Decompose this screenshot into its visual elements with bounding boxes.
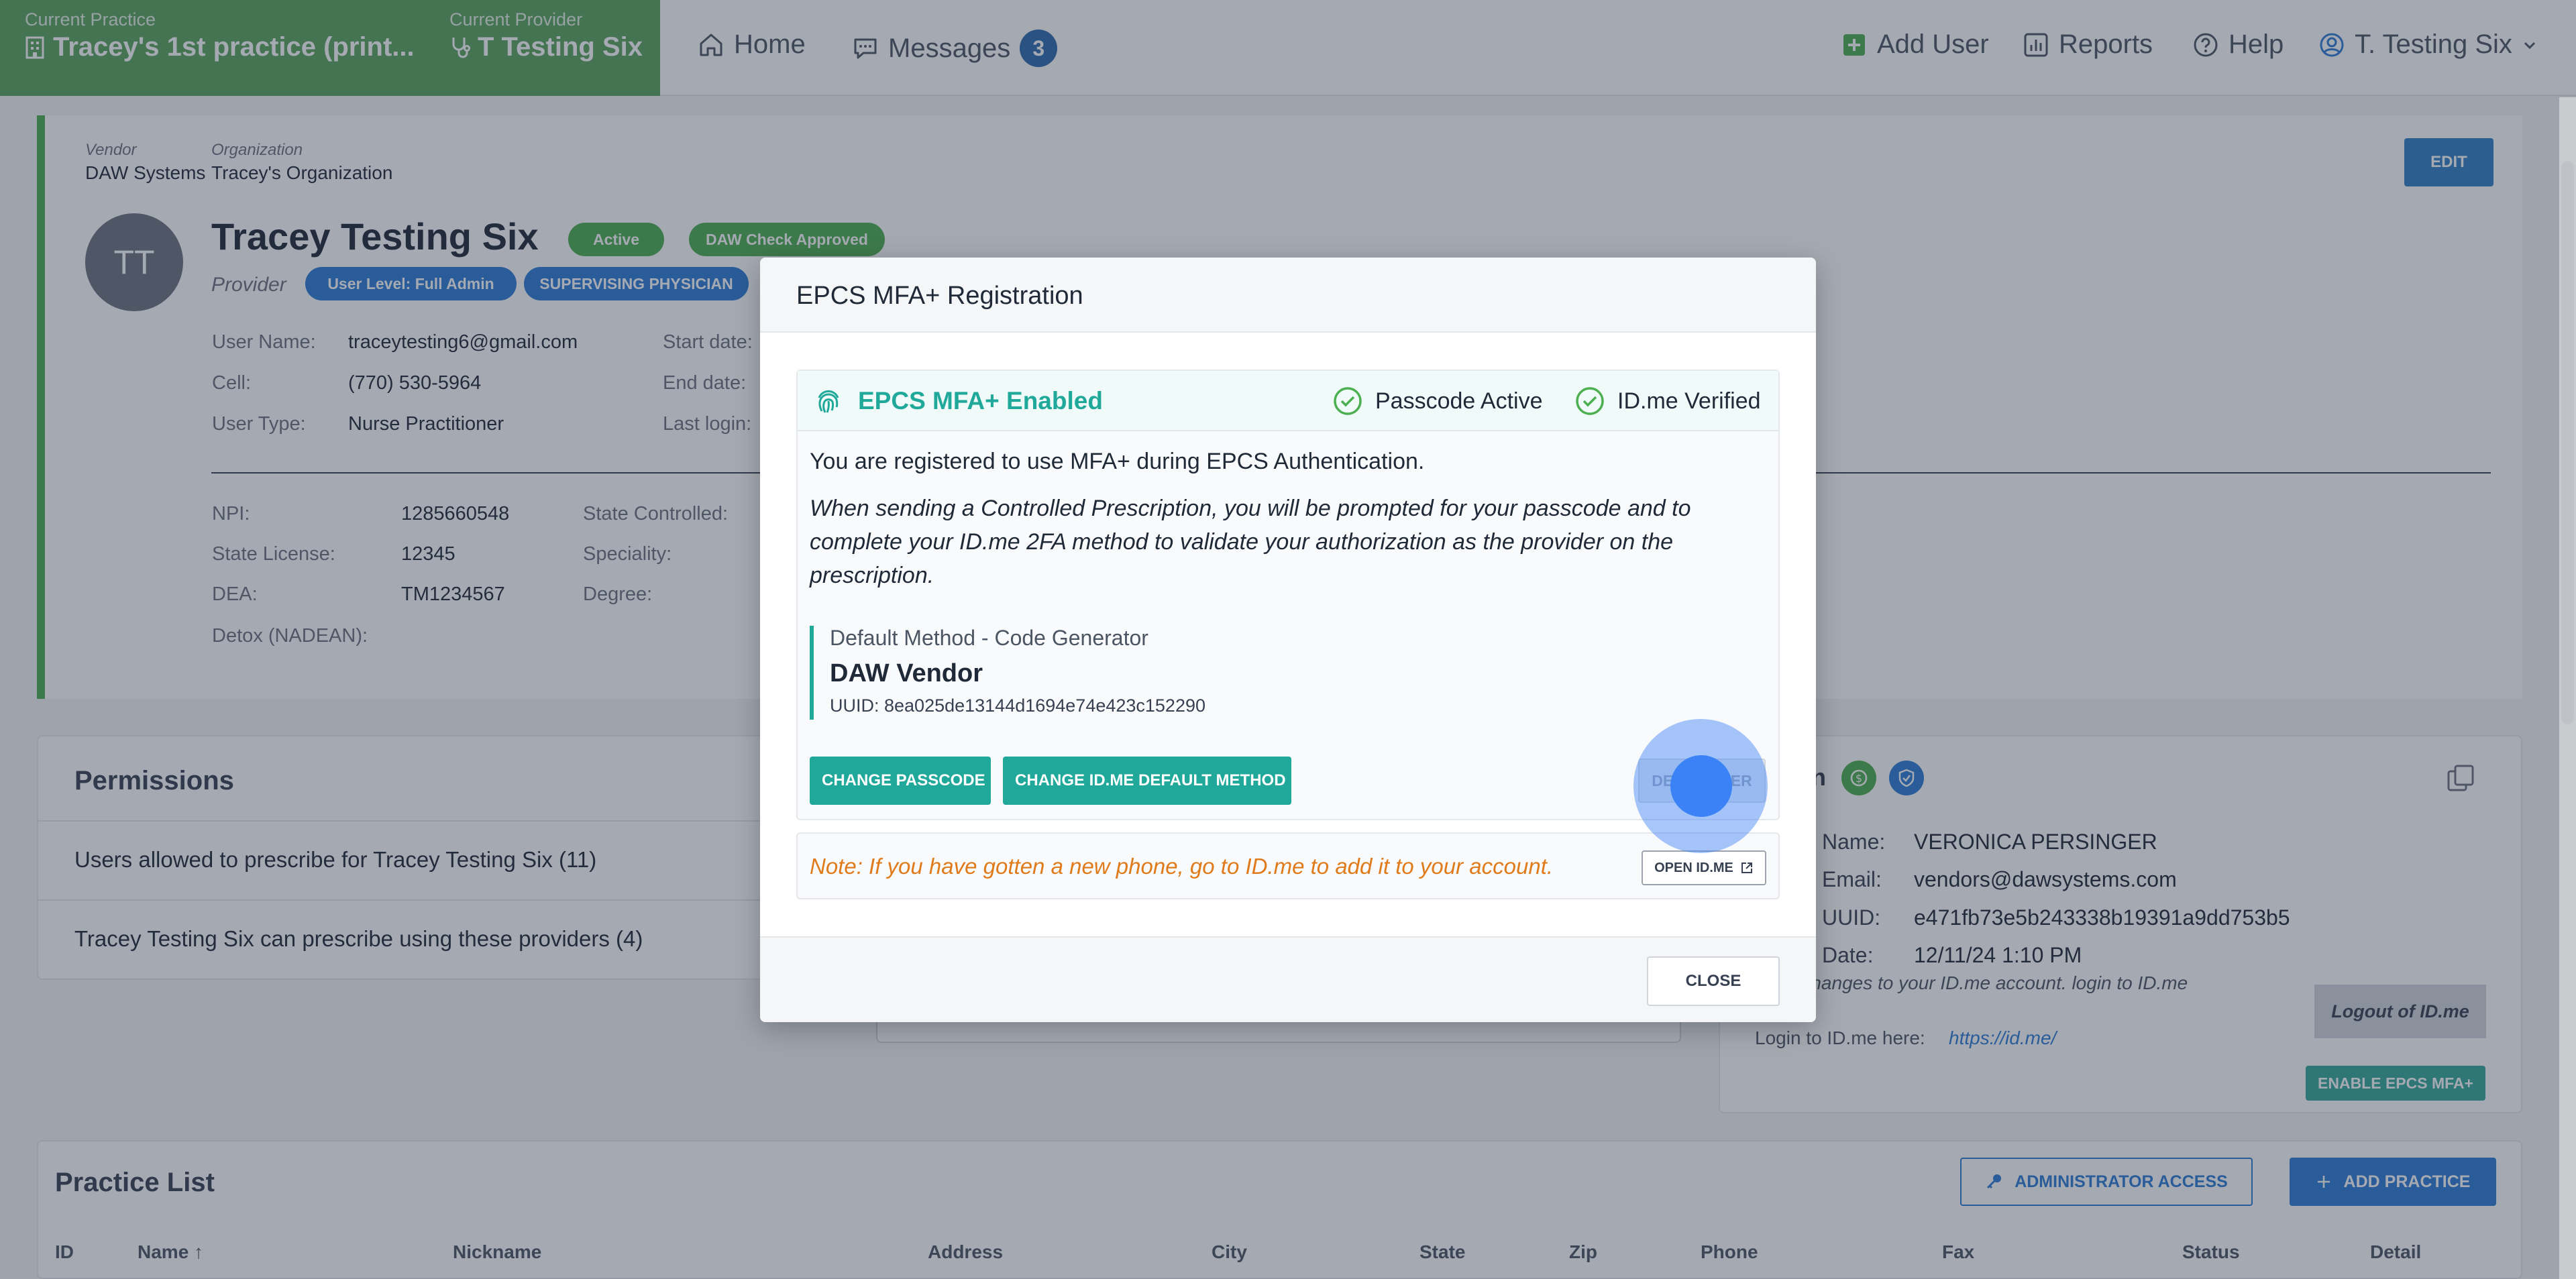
change-passcode-button[interactable]: CHANGE PASSCODE — [810, 757, 991, 805]
prompt-text: When sending a Controlled Prescription, … — [810, 496, 1691, 588]
default-method-heading: Default Method - Code Generator — [830, 626, 1148, 650]
registered-text: You are registered to use MFA+ during EP… — [810, 449, 1425, 474]
check-circle-icon — [1576, 387, 1604, 415]
modal-title: EPCS MFA+ Registration — [796, 282, 1083, 310]
mfa-status-header: EPCS MFA+ Enabled Passcode Active ID.me … — [798, 371, 1778, 431]
open-idme-button[interactable]: OPEN ID.ME — [1642, 850, 1766, 885]
close-button[interactable]: CLOSE — [1647, 956, 1780, 1006]
external-link-icon — [1741, 863, 1752, 873]
note-box: Note: If you have gotten a new phone, go… — [796, 832, 1780, 899]
default-method-box: Default Method - Code Generator DAW Vend… — [810, 626, 1279, 720]
default-method-name: DAW Vendor — [830, 659, 983, 687]
modal-header: EPCS MFA+ Registration — [760, 258, 1816, 333]
idme-verified-status: ID.me Verified — [1574, 386, 1761, 416]
passcode-active-label: Passcode Active — [1375, 388, 1543, 414]
idme-verified-label: ID.me Verified — [1617, 388, 1761, 414]
click-indicator-dot — [1670, 755, 1732, 817]
fingerprint-icon — [818, 390, 839, 413]
mfa-status-box: EPCS MFA+ Enabled Passcode Active ID.me … — [796, 370, 1780, 820]
open-idme-label: OPEN ID.ME — [1654, 860, 1733, 875]
check-circle-icon — [1334, 387, 1362, 415]
epcs-mfa-modal: EPCS MFA+ Registration EPCS MFA+ Enabled… — [760, 258, 1816, 1022]
change-idme-method-button[interactable]: CHANGE ID.ME DEFAULT METHOD — [1003, 757, 1291, 805]
passcode-active-status: Passcode Active — [1332, 386, 1542, 416]
mfa-enabled-label: EPCS MFA+ Enabled — [858, 387, 1103, 414]
default-method-uuid: UUID: 8ea025de13144d1694e74e423c152290 — [830, 696, 1205, 716]
new-phone-note: Note: If you have gotten a new phone, go… — [810, 854, 1554, 879]
modal-footer: CLOSE — [760, 936, 1816, 1022]
page-scrollbar-thumb[interactable] — [2561, 161, 2574, 724]
